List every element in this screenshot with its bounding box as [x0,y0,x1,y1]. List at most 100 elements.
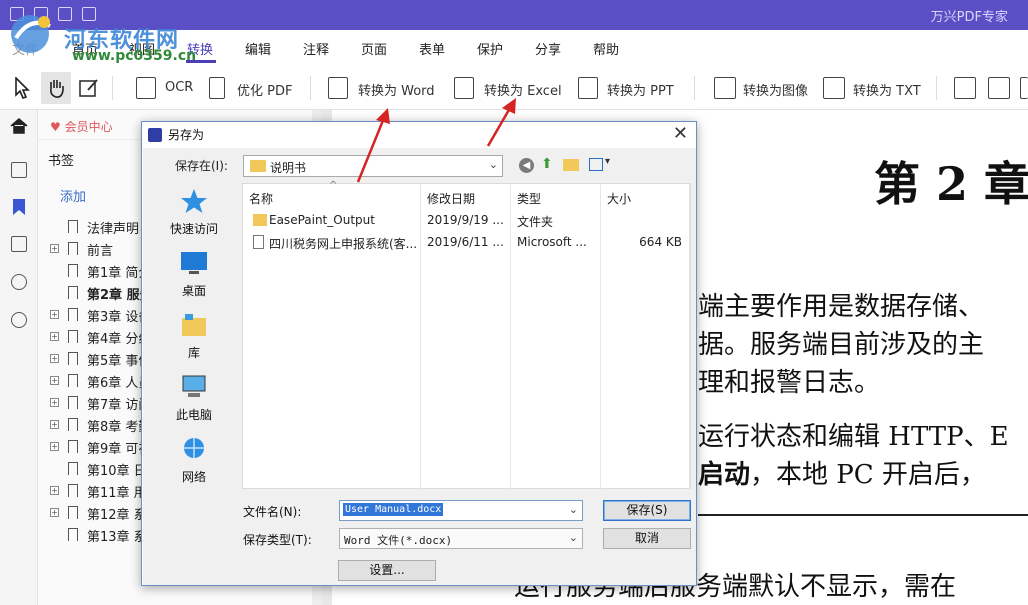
undo-icon[interactable] [58,7,72,21]
place-label: 网络 [181,470,206,484]
filetype-select[interactable]: Word 文件(*.docx) ⌄ [339,528,583,549]
print-icon[interactable] [34,7,48,21]
bookmark-label: 第13章 系 [87,530,147,545]
tab-comment[interactable]: 注释 [303,39,329,58]
ppt-icon[interactable] [578,77,598,99]
bookmark-icon[interactable] [12,198,26,216]
title-bar: 万兴PDF专家 [0,0,1028,30]
image-icon[interactable] [714,77,736,99]
word-icon[interactable] [328,77,348,99]
computer-icon [182,375,206,397]
cancel-button[interactable]: 取消 [603,528,691,549]
expand-icon[interactable]: + [50,332,59,341]
chevron-down-icon[interactable]: ▾ [605,156,610,167]
tab-page[interactable]: 页面 [361,39,387,58]
save-in-dropdown[interactable]: 说明书 ⌄ [243,155,503,177]
expand-icon[interactable]: + [50,398,59,407]
filetype-value: Word 文件(*.docx) [344,534,453,547]
expand-icon[interactable]: + [50,442,59,451]
expand-icon[interactable]: + [50,354,59,363]
ocr-icon[interactable] [136,77,156,99]
tab-share[interactable]: 分享 [535,39,561,58]
search-icon[interactable] [11,312,27,328]
thumbnail-icon[interactable] [11,162,27,178]
tab-view[interactable]: 视图 [129,39,155,58]
home-icon[interactable] [10,118,28,134]
doc-text-line: 运行状态和编辑 HTTP、E [698,422,1009,452]
convert-to-ppt-button[interactable]: 转换为 PPT [607,80,674,99]
redo-icon[interactable] [82,7,96,21]
tab-help[interactable]: 帮助 [593,39,619,58]
add-bookmark-link[interactable]: 添加 [60,186,86,205]
bookmark-label: 第12章 系 [87,508,147,523]
place-desktop[interactable]: 桌面 [147,246,241,302]
expand-icon[interactable]: + [50,486,59,495]
tab-convert[interactable]: 转换 [187,39,213,58]
tab-protect[interactable]: 保护 [477,39,503,58]
file-row[interactable]: 四川税务网上申报系统(客... 2019/6/11 ... Microsoft ..… [243,232,690,254]
optimize-pdf-button[interactable]: 优化 PDF [237,80,292,99]
epub-icon[interactable] [954,77,976,99]
column-header-date[interactable]: 修改日期 [427,190,475,207]
chevron-down-icon[interactable]: ⌄ [569,503,578,516]
expand-icon[interactable]: + [50,508,59,517]
menu-file[interactable]: 文件 [12,39,38,58]
dialog-app-icon [148,128,162,142]
convert-to-image-button[interactable]: 转换为图像 [743,80,808,99]
tab-edit[interactable]: 编辑 [245,39,271,58]
bookmark-flag-icon [68,374,78,387]
dialog-title: 另存为 [168,128,205,142]
hand-tool-button[interactable] [41,72,71,104]
back-icon[interactable]: ◀ [519,158,534,173]
chevron-down-icon: ⌄ [488,158,498,171]
close-icon[interactable]: ✕ [673,123,688,144]
expand-icon[interactable]: + [50,420,59,429]
tab-home[interactable]: 首页 [72,39,98,58]
optimize-icon[interactable] [209,77,225,99]
place-label: 库 [187,346,200,360]
save-as-dialog: 另存为 ✕ 保存在(I): 说明书 ⌄ ◀ ⬆ ▾ 快速访问 桌面 库 此电脑 … [141,121,697,586]
quick-access-toolbar [10,7,96,21]
up-folder-icon[interactable]: ⬆ [541,157,556,172]
chevron-down-icon: ⌄ [568,531,578,544]
save-icon[interactable] [10,7,24,21]
filename-input[interactable]: User Manual.docx ⌄ [339,500,583,521]
file-row[interactable]: EasePaint_Output 2019/9/19 ... 文件夹 [243,210,690,232]
excel-icon[interactable] [454,77,474,99]
file-type: 文件夹 [517,215,554,229]
expand-icon[interactable]: + [50,310,59,319]
menu-bar: 文件 首页 视图 转换 编辑 注释 页面 表单 保护 分享 帮助 [0,30,1028,66]
save-in-value: 说明书 [270,161,307,175]
ribbon-separator [112,76,113,100]
edit-icon[interactable] [78,77,100,99]
tab-form[interactable]: 表单 [419,39,445,58]
doc-rule [698,514,1028,516]
ocr-button[interactable]: OCR [165,80,193,95]
convert-to-excel-button[interactable]: 转换为 Excel [484,80,562,99]
column-header-name[interactable]: 名称 [249,190,273,207]
expand-icon[interactable]: + [50,376,59,385]
place-this-pc[interactable]: 此电脑 [147,370,241,426]
save-button[interactable]: 保存(S) [603,500,691,521]
select-arrow-icon[interactable] [14,77,30,99]
convert-to-txt-button[interactable]: 转换为 TXT [853,80,921,99]
doc-text-line: 启动，本地 PC 开启后， [698,454,986,491]
expand-icon[interactable]: + [50,244,59,253]
comment-icon[interactable] [11,236,27,252]
more-format-icon[interactable] [1020,77,1028,99]
attachment-icon[interactable] [11,274,27,290]
settings-button[interactable]: 设置... [338,560,436,581]
column-header-type[interactable]: 类型 [517,190,541,207]
left-icon-rail [0,110,38,605]
vip-center-link[interactable]: ♥ 会员中心 [50,118,113,135]
new-folder-icon[interactable] [563,159,579,171]
convert-to-word-button[interactable]: 转换为 Word [358,80,435,99]
column-header-size[interactable]: 大小 [607,190,631,207]
txt-icon[interactable] [823,77,845,99]
place-library[interactable]: 库 [147,308,241,364]
place-network[interactable]: 网络 [147,432,241,488]
place-quick-access[interactable]: 快速访问 [147,184,241,240]
html-icon[interactable] [988,77,1010,99]
view-menu-icon[interactable] [589,158,603,171]
file-list[interactable]: ^ 名称 修改日期 类型 大小 EasePaint_Output 2019/9/1… [242,180,691,490]
